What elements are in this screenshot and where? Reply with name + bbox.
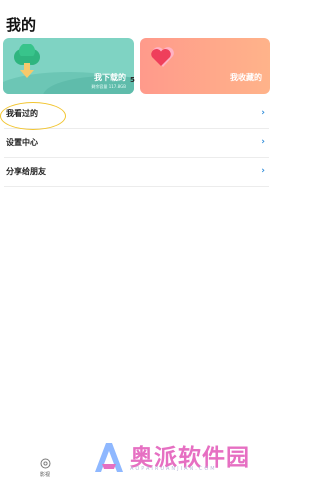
menu-item-label: 分享给朋友 — [6, 167, 46, 176]
card-edge-digit: 5 — [130, 76, 135, 84]
watermark-logo-icon — [95, 443, 123, 472]
storage-remaining: 剩余容量 117.8GB — [91, 84, 126, 89]
menu-item-label: 我看过的 — [6, 109, 38, 118]
menu-item-history[interactable]: 我看过的 › — [0, 100, 269, 130]
download-tree-icon — [14, 44, 40, 78]
bottom-nav-label: 影视 — [39, 472, 50, 478]
menu-list: 我看过的 › 设置中心 › 分享给朋友 › — [0, 100, 275, 187]
watermark-subtext: AOPAIRUANJIAN.COM — [130, 466, 217, 472]
chevron-right-icon: › — [261, 108, 265, 118]
my-downloads-label: 我下载的 — [94, 73, 126, 82]
my-favorites-label: 我收藏的 — [230, 73, 262, 82]
bottom-nav-tab[interactable]: 影视 — [30, 458, 60, 478]
page-title: 我的 — [6, 16, 37, 34]
chevron-right-icon: › — [261, 137, 265, 147]
chevron-right-icon: › — [261, 166, 265, 176]
my-downloads-card[interactable]: 我下载的 剩余容量 117.8GB — [3, 38, 134, 94]
menu-item-settings[interactable]: 设置中心 › — [4, 129, 269, 158]
film-reel-icon — [40, 458, 50, 469]
menu-item-label: 设置中心 — [6, 138, 38, 147]
heart-icon — [151, 47, 174, 67]
watermark: 奥派软件园 AOPAIRUANJIAN.COM — [92, 436, 272, 480]
my-favorites-card[interactable]: 我收藏的 — [140, 38, 270, 94]
menu-item-share[interactable]: 分享给朋友 › — [4, 158, 269, 187]
